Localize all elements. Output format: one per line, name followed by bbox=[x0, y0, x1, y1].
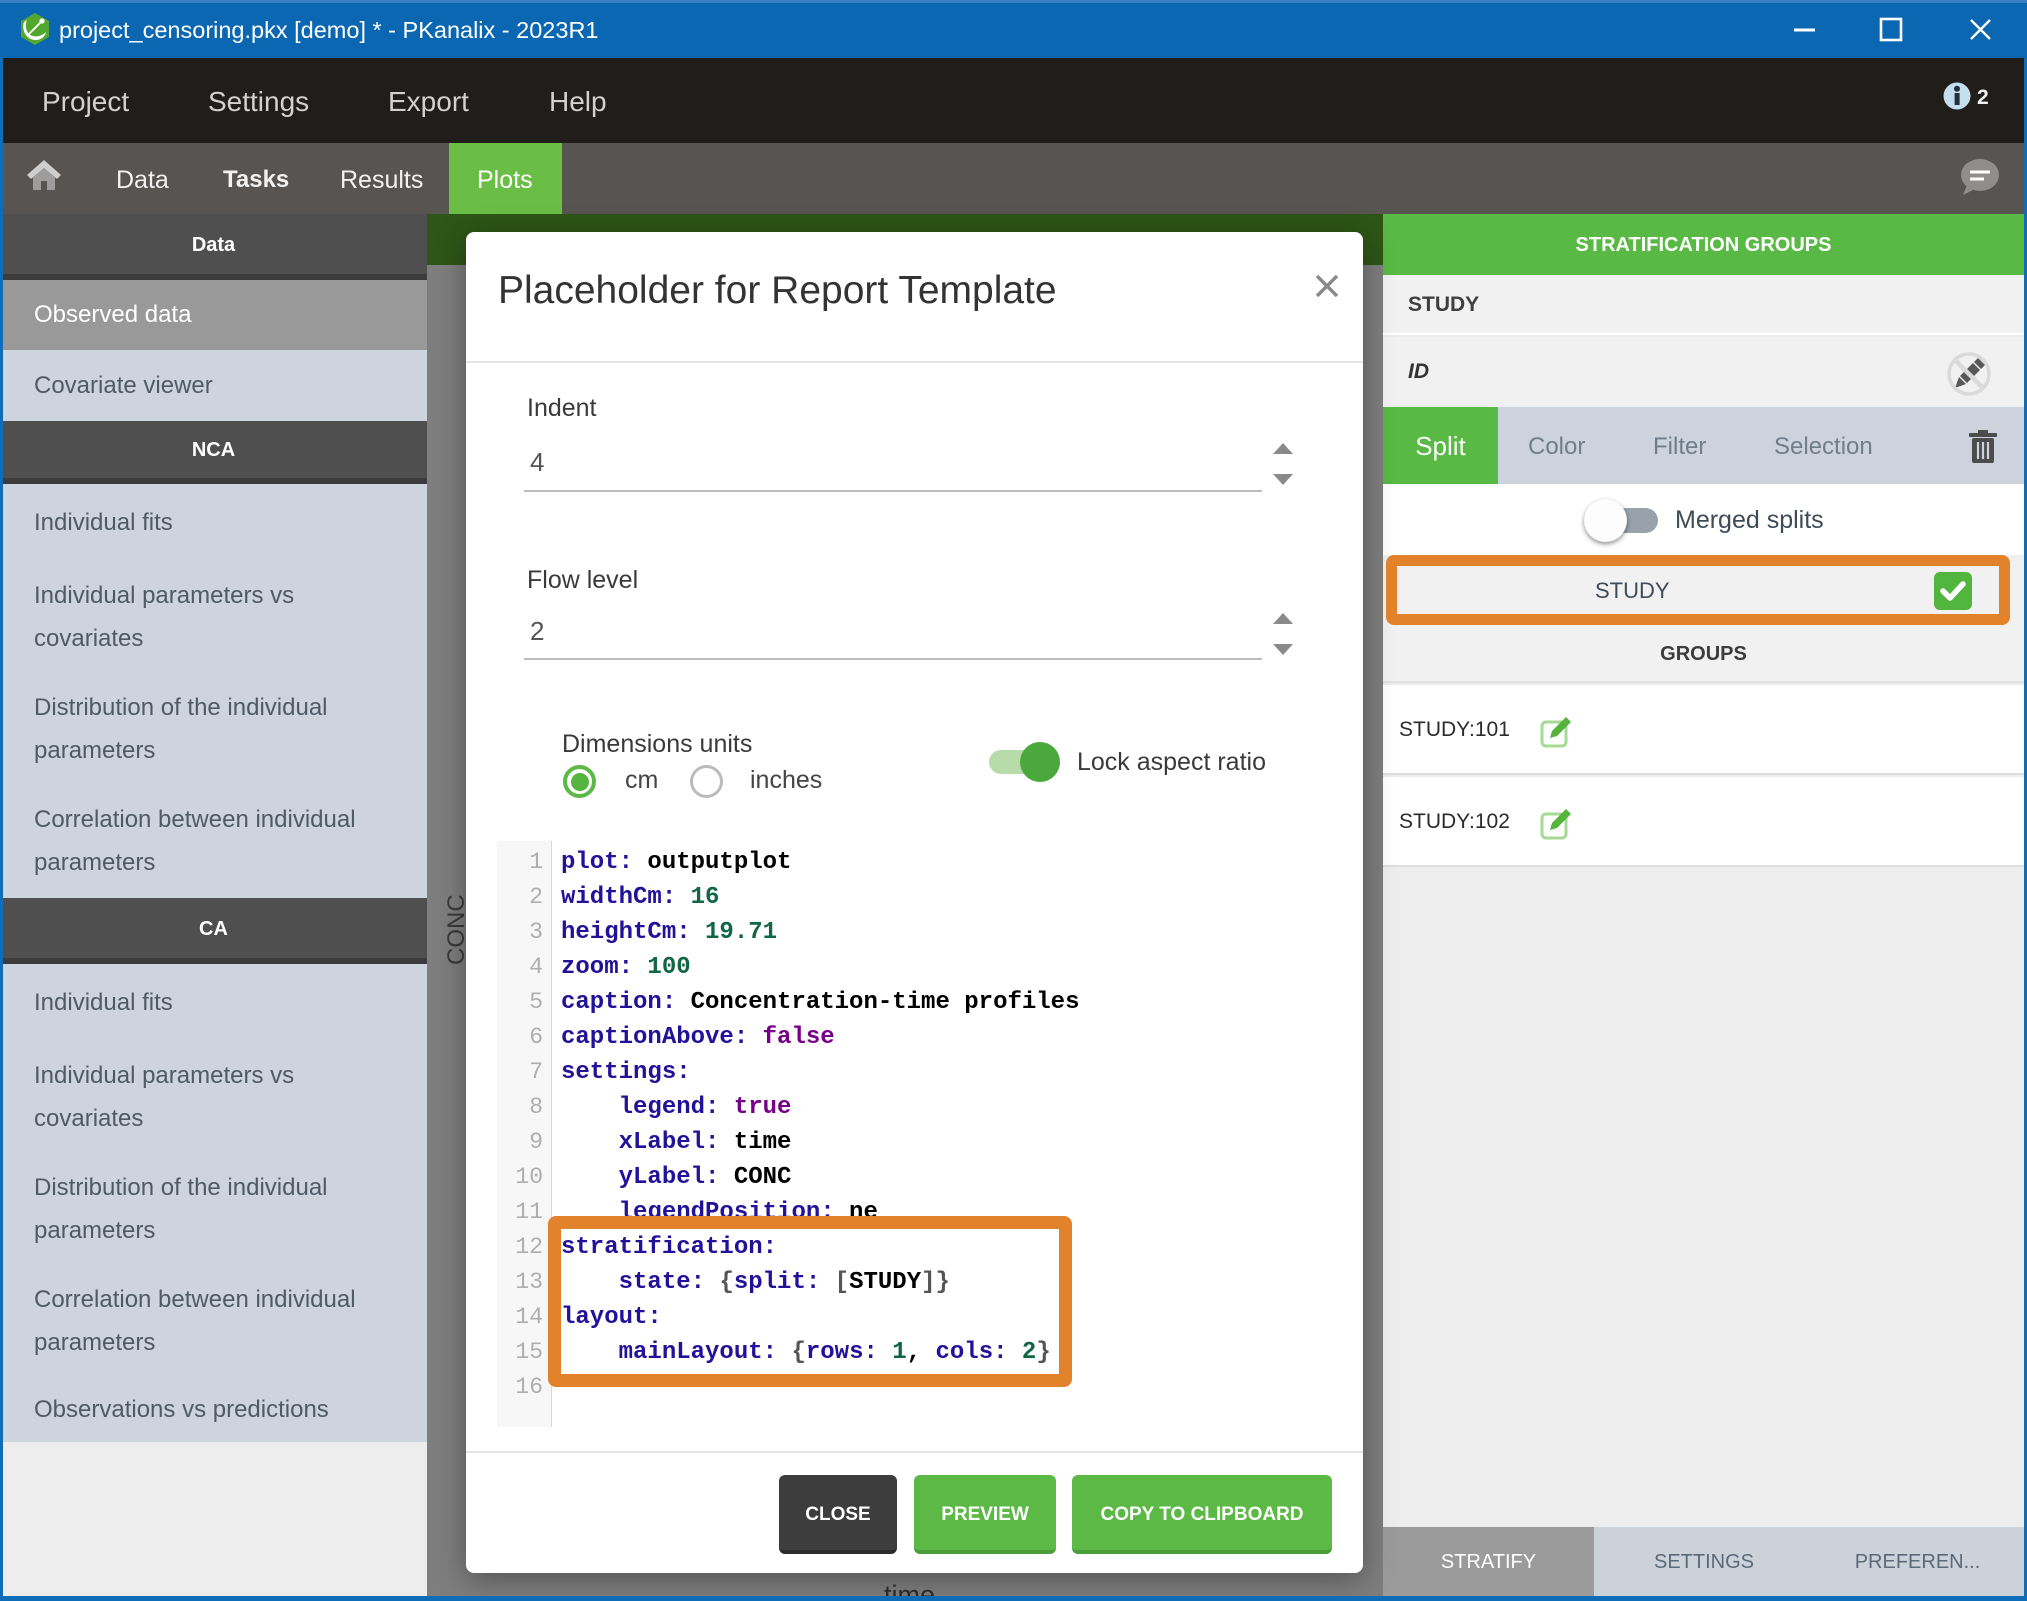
svg-text:2: 2 bbox=[1977, 86, 1989, 109]
